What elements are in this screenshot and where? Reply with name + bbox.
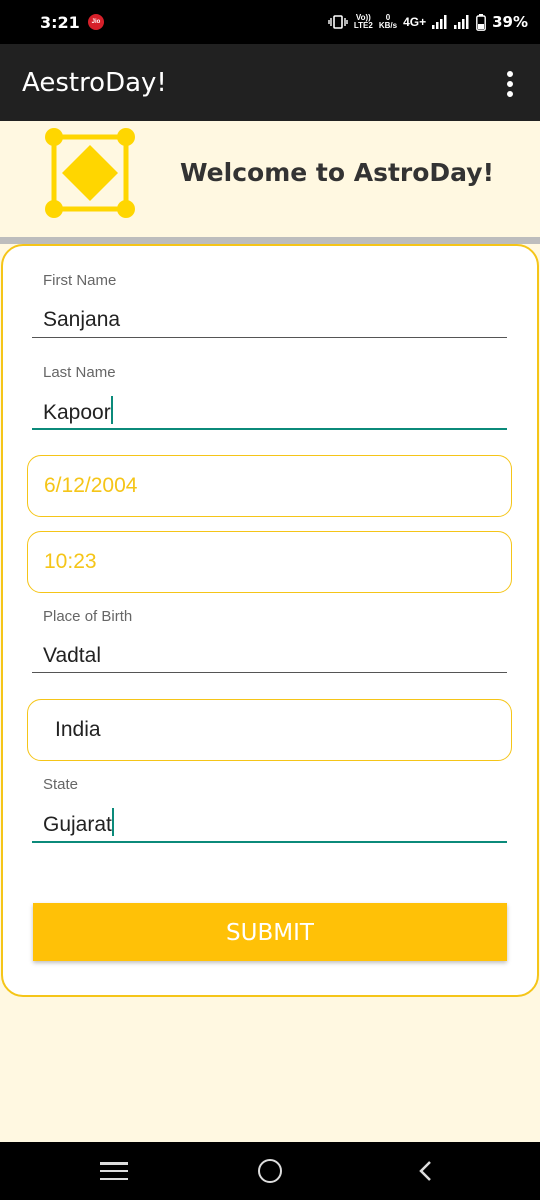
menu-icon[interactable] — [100, 1162, 128, 1180]
last-name-label: Last Name — [43, 364, 116, 381]
state-label: State — [43, 776, 79, 793]
time-of-birth-value: 10:23 — [44, 550, 97, 573]
status-time: 3:21 — [40, 13, 80, 32]
text-cursor — [111, 808, 114, 836]
data-speed: 0 KB/s — [378, 13, 398, 30]
astro-diamond-logo — [45, 128, 135, 218]
signal-icon — [454, 15, 469, 29]
system-nav-bar — [0, 1142, 540, 1200]
time-of-birth-picker[interactable]: 10:23 — [27, 531, 512, 593]
last-name-field[interactable]: Last Name Kapoor — [32, 364, 507, 431]
status-bar: 3:21 Jio Vo)) LTE2 0 KB/s 4G+ 39% — [0, 0, 540, 44]
vibrate-icon — [328, 15, 348, 29]
country-value: India — [55, 718, 101, 741]
header-divider — [0, 237, 540, 244]
chevron-left-icon[interactable] — [414, 1159, 438, 1183]
welcome-title: Welcome to AstroDay! — [180, 158, 494, 187]
place-of-birth-underline — [32, 672, 507, 673]
volte-indicator: Vo)) LTE2 — [353, 13, 373, 30]
app-bar: AestroDay! — [0, 44, 540, 121]
circle-home-icon[interactable] — [258, 1159, 282, 1183]
more-vert-icon[interactable] — [498, 70, 522, 98]
place-of-birth-label: Place of Birth — [43, 608, 133, 625]
signal-icon — [432, 15, 447, 29]
first-name-label: First Name — [43, 272, 117, 289]
first-name-field[interactable]: First Name Sanjana — [32, 272, 507, 338]
state-input-wrap[interactable]: Gujarat — [43, 808, 114, 837]
state-underline — [32, 841, 507, 843]
network-type: 4G+ — [403, 15, 427, 29]
date-of-birth-value: 6/12/2004 — [44, 474, 138, 497]
last-name-input-wrap[interactable]: Kapoor — [43, 396, 113, 425]
country-selector[interactable]: India — [27, 699, 512, 761]
last-name-underline — [32, 428, 507, 430]
last-name-input[interactable]: Kapoor — [43, 401, 111, 424]
battery-percent: 39% — [492, 13, 528, 31]
place-of-birth-field[interactable]: Place of Birth Vadtal — [32, 608, 507, 674]
state-input[interactable]: Gujarat — [43, 813, 112, 836]
state-field[interactable]: State Gujarat — [32, 776, 507, 844]
app-title: AestroDay! — [22, 68, 167, 98]
submit-button[interactable]: SUBMIT — [33, 903, 507, 961]
battery-icon — [476, 13, 486, 31]
status-icons: Vo)) LTE2 0 KB/s 4G+ 39% — [328, 10, 528, 34]
text-cursor — [110, 396, 113, 424]
welcome-header: Welcome to AstroDay! — [0, 121, 540, 237]
first-name-underline — [32, 337, 507, 338]
first-name-input[interactable]: Sanjana — [43, 308, 120, 332]
place-of-birth-input[interactable]: Vadtal — [43, 644, 101, 668]
date-of-birth-picker[interactable]: 6/12/2004 — [27, 455, 512, 517]
carrier-badge: Jio — [88, 14, 104, 30]
